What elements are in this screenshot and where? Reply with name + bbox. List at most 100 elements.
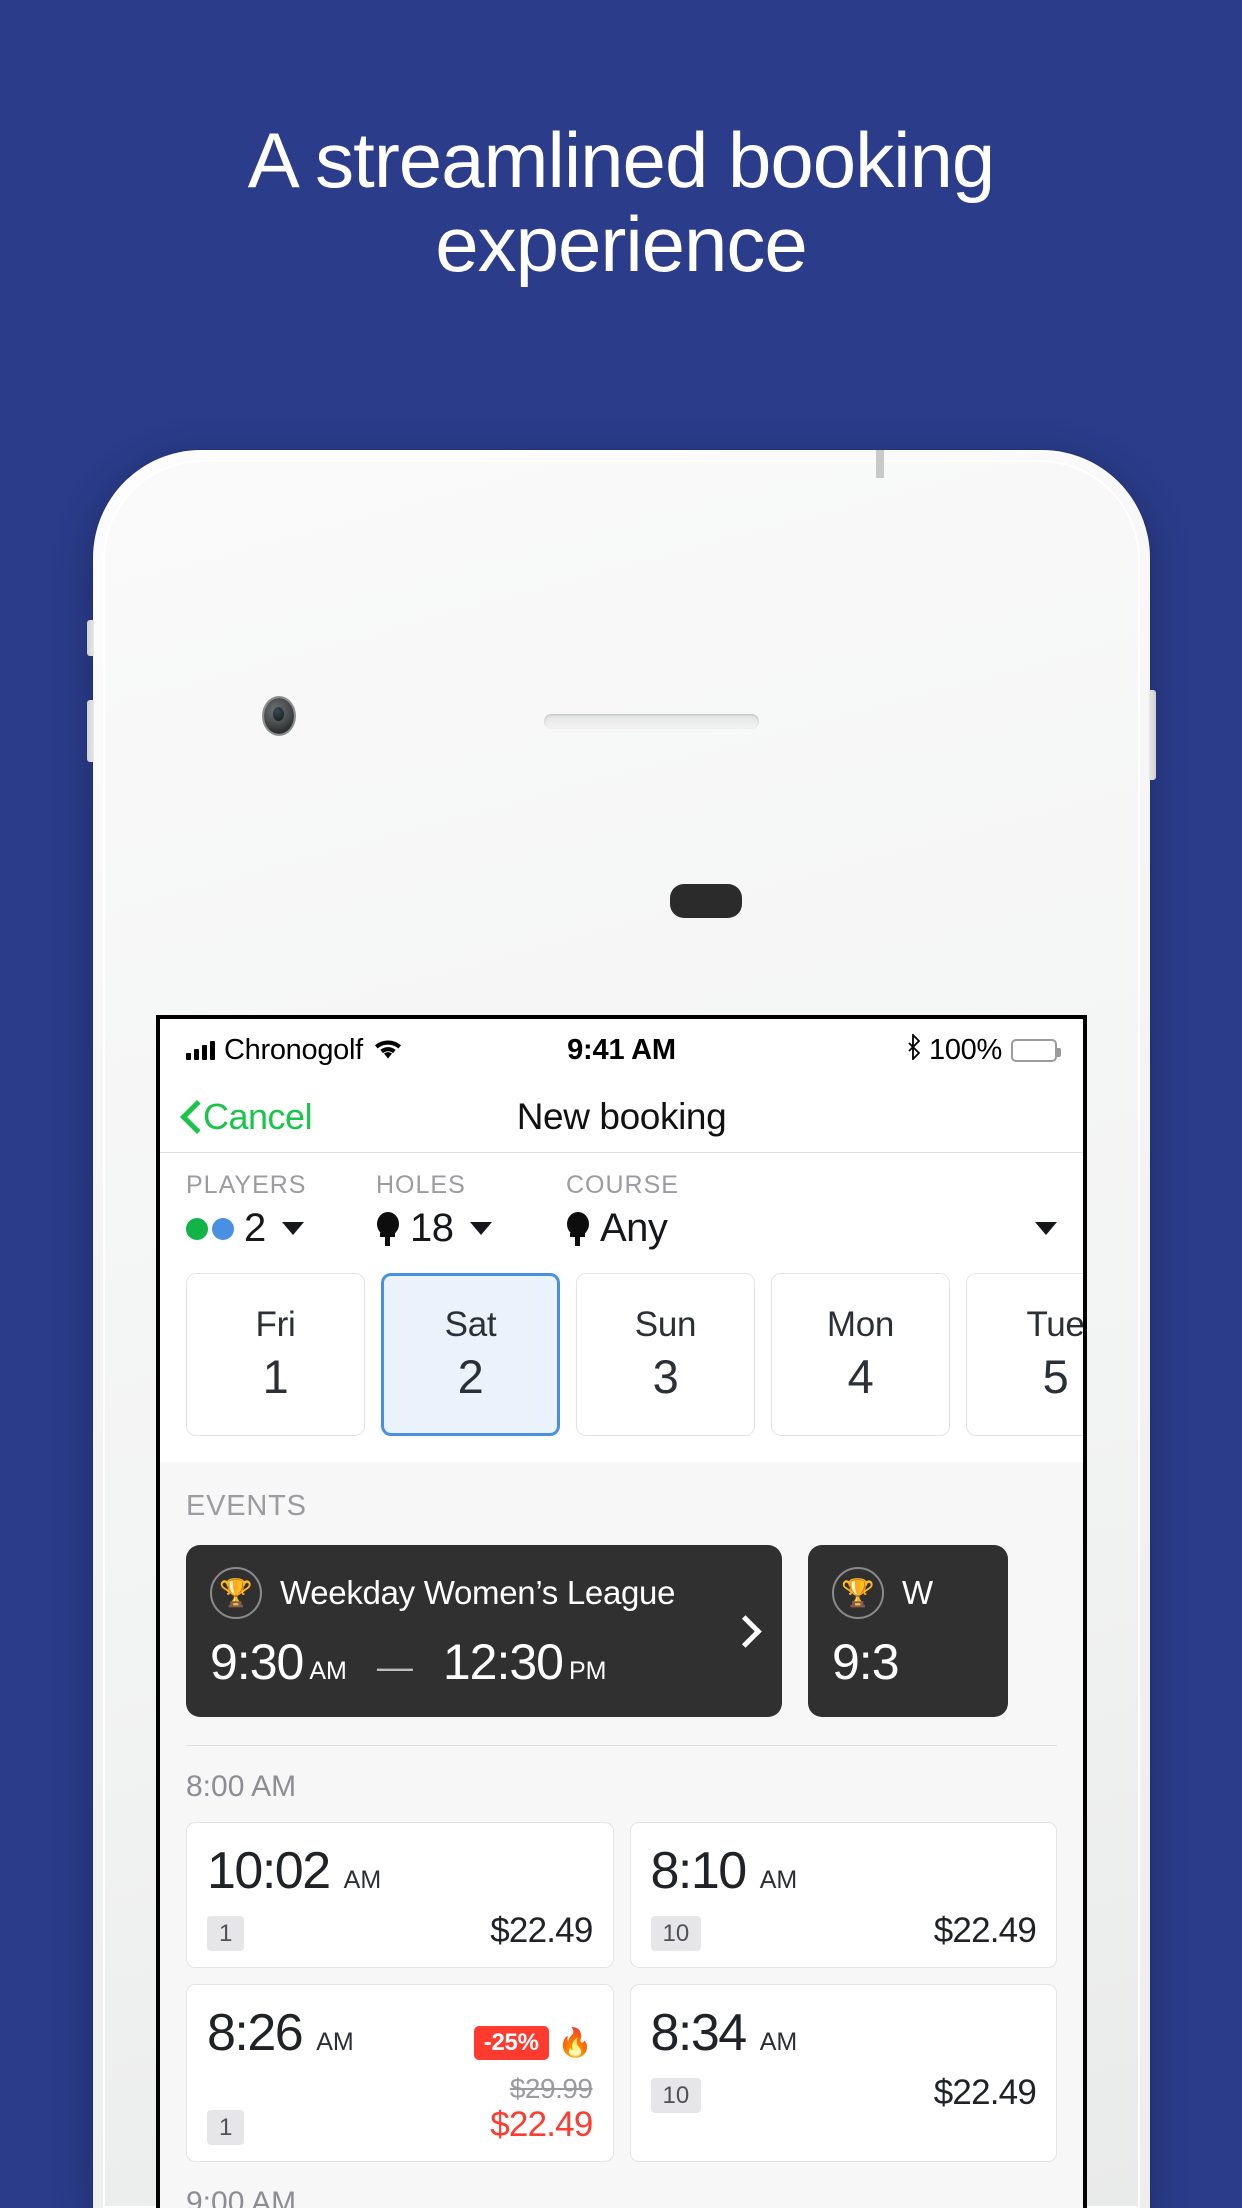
tee-time-meridiem: AM (316, 2028, 354, 2056)
tee-time-row: 10:02 AM 1 $22.49 8:10 AM 10 $22.49 (160, 1822, 1083, 1968)
player-dots-icon (186, 1217, 234, 1240)
tee-time-card[interactable]: 10:02 AM 1 $22.49 (186, 1822, 614, 1968)
tee-time-card[interactable]: 8:34 AM 10 $22.49 (629, 1984, 1057, 2162)
event-header: 🏆 Weekday Women’s League (210, 1567, 758, 1619)
original-price: $29.99 (509, 2073, 593, 2104)
carrier-label: Chronogolf (224, 1033, 363, 1066)
event-end-meridiem: PM (568, 1657, 607, 1685)
price: $22.49 (933, 1911, 1037, 1950)
date-selector[interactable]: Fri 1 Sat 2 Sun 3 Mon 4 Tue 5 (160, 1251, 1083, 1462)
tee-time-badges: -25% 🔥 (473, 2026, 593, 2060)
event-card[interactable]: 🏆 Weekday Women’s League 9:30 AM — 12:30… (186, 1545, 782, 1717)
tee-time: 8:26 (207, 2004, 304, 2062)
event-time-range: 9:30 AM — 12:30 PM (210, 1633, 758, 1691)
available-spots-badge: 10 (650, 1915, 702, 1951)
date-chip-dow: Sat (444, 1305, 497, 1344)
tee-time-meridiem: AM (343, 1866, 382, 1894)
chevron-down-icon (1035, 1222, 1057, 1235)
volume-button[interactable] (87, 700, 94, 762)
event-end-time: 12:30 (442, 1634, 564, 1690)
golf-tee-icon (376, 1211, 400, 1246)
tee-time-meridiem: AM (759, 1866, 798, 1894)
event-start-time: 9:30 (210, 1634, 304, 1690)
price-block: $22.49 (490, 1911, 593, 1951)
date-chip-day: 3 (652, 1350, 679, 1403)
golf-tee-icon (566, 1211, 590, 1246)
date-chip-day: 5 (1042, 1350, 1069, 1403)
course-filter[interactable]: COURSE Any (566, 1171, 1057, 1251)
date-chip-day: 2 (457, 1350, 484, 1403)
players-filter-value: 2 (244, 1206, 266, 1250)
holes-filter-value-row: 18 (376, 1206, 566, 1251)
available-spots-badge: 1 (207, 2109, 245, 2145)
price-block: $22.49 (933, 2073, 1037, 2113)
tee-time-card-top: 10:02 AM (207, 1841, 593, 1901)
players-filter-label: PLAYERS (186, 1171, 307, 1199)
available-spots-badge: 1 (207, 1915, 245, 1951)
date-chip-dow: Sun (634, 1305, 697, 1344)
power-button[interactable] (1149, 690, 1156, 780)
battery-percent-label: 100% (929, 1033, 1002, 1066)
course-filter-value-row: Any (566, 1206, 1057, 1251)
tee-time-card-top: 8:34 AM (651, 2003, 1037, 2063)
date-chip-tue[interactable]: Tue 5 (966, 1273, 1083, 1436)
price-block: $29.99 $22.49 (490, 2073, 593, 2145)
date-chip-dow: Fri (255, 1305, 296, 1344)
event-card[interactable]: 🏆 W 9:3 (808, 1545, 1008, 1717)
headline-line-2: experience (435, 200, 808, 289)
players-filter[interactable]: PLAYERS 2 (186, 1171, 376, 1251)
date-chip-fri[interactable]: Fri 1 (186, 1273, 365, 1436)
filter-bar: PLAYERS 2 HOLES 18 COURSE Any (160, 1153, 1083, 1251)
tee-time-group-label: 9:00 AM (186, 2186, 297, 2208)
holes-filter[interactable]: HOLES 18 (376, 1171, 566, 1251)
price: $22.49 (933, 2073, 1037, 2112)
tee-time: 8:10 (650, 1842, 748, 1900)
trophy-icon: 🏆 (210, 1567, 262, 1619)
event-start-time: 9:3 (832, 1634, 900, 1690)
tee-time-card-top: 8:10 AM (651, 1841, 1037, 1901)
phone-screen: Chronogolf 9:41 AM 100% Cancel New booki… (156, 1015, 1087, 2208)
section-divider (186, 1745, 1057, 1746)
tee-time-card[interactable]: 8:10 AM 10 $22.49 (629, 1822, 1057, 1968)
events-carousel[interactable]: 🏆 Weekday Women’s League 9:30 AM — 12:30… (160, 1545, 1083, 1717)
holes-filter-value: 18 (410, 1206, 454, 1250)
date-chip-dow: Tue (1026, 1305, 1083, 1344)
tee-time-meridiem: AM (759, 2028, 798, 2056)
date-chip-mon[interactable]: Mon 4 (771, 1273, 950, 1436)
tee-time: 8:34 (650, 2004, 748, 2062)
holes-filter-label: HOLES (376, 1171, 466, 1199)
screen-title: New booking (516, 1095, 727, 1137)
price-block: $22.49 (933, 1911, 1037, 1951)
available-spots-badge: 10 (650, 2077, 702, 2113)
chevron-down-icon (281, 1222, 304, 1235)
tee-time-row: 8:26 AM -25% 🔥 1 $29.99 $22.49 8:34 AM 10 $22.49 (160, 1984, 1083, 2162)
tee-time-card-bottom: 1 $29.99 $22.49 (207, 2073, 593, 2145)
players-filter-value-row: 2 (186, 1206, 376, 1251)
course-filter-label: COURSE (566, 1171, 679, 1199)
tee-time-card[interactable]: 8:26 AM -25% 🔥 1 $29.99 $22.49 (186, 1984, 614, 2162)
date-chip-sun[interactable]: Sun 3 (576, 1273, 755, 1436)
date-chip-sat[interactable]: Sat 2 (381, 1273, 560, 1436)
navigation-bar: Cancel New booking (160, 1081, 1083, 1153)
signal-bars-icon (186, 1040, 215, 1060)
bluetooth-icon (906, 1032, 921, 1067)
event-header: 🏆 W (832, 1567, 984, 1619)
event-title: W (902, 1574, 933, 1611)
course-filter-value: Any (600, 1206, 668, 1250)
event-time-range: 9:3 (832, 1633, 984, 1691)
status-bar-left: Chronogolf (186, 1034, 402, 1067)
event-time-dash: — (376, 1646, 413, 1687)
silent-switch[interactable] (87, 620, 94, 656)
earpiece-speaker (544, 714, 759, 729)
event-title: Weekday Women’s League (280, 1574, 676, 1611)
battery-full-icon (1011, 1038, 1061, 1062)
status-bar: Chronogolf 9:41 AM 100% (160, 1019, 1083, 1081)
tee-time-card-bottom: 10 $22.49 (650, 2073, 1037, 2113)
chevron-right-icon[interactable] (734, 1615, 752, 1647)
tee-time-group-label: 8:00 AM (186, 1770, 297, 1803)
tee-time: 10:02 (207, 1842, 331, 1900)
antenna-line (876, 450, 884, 478)
tee-time-card-top: 8:26 AM -25% 🔥 (207, 2003, 593, 2063)
events-section-label: EVENTS (186, 1490, 307, 1522)
date-chip-dow: Mon (826, 1305, 895, 1344)
